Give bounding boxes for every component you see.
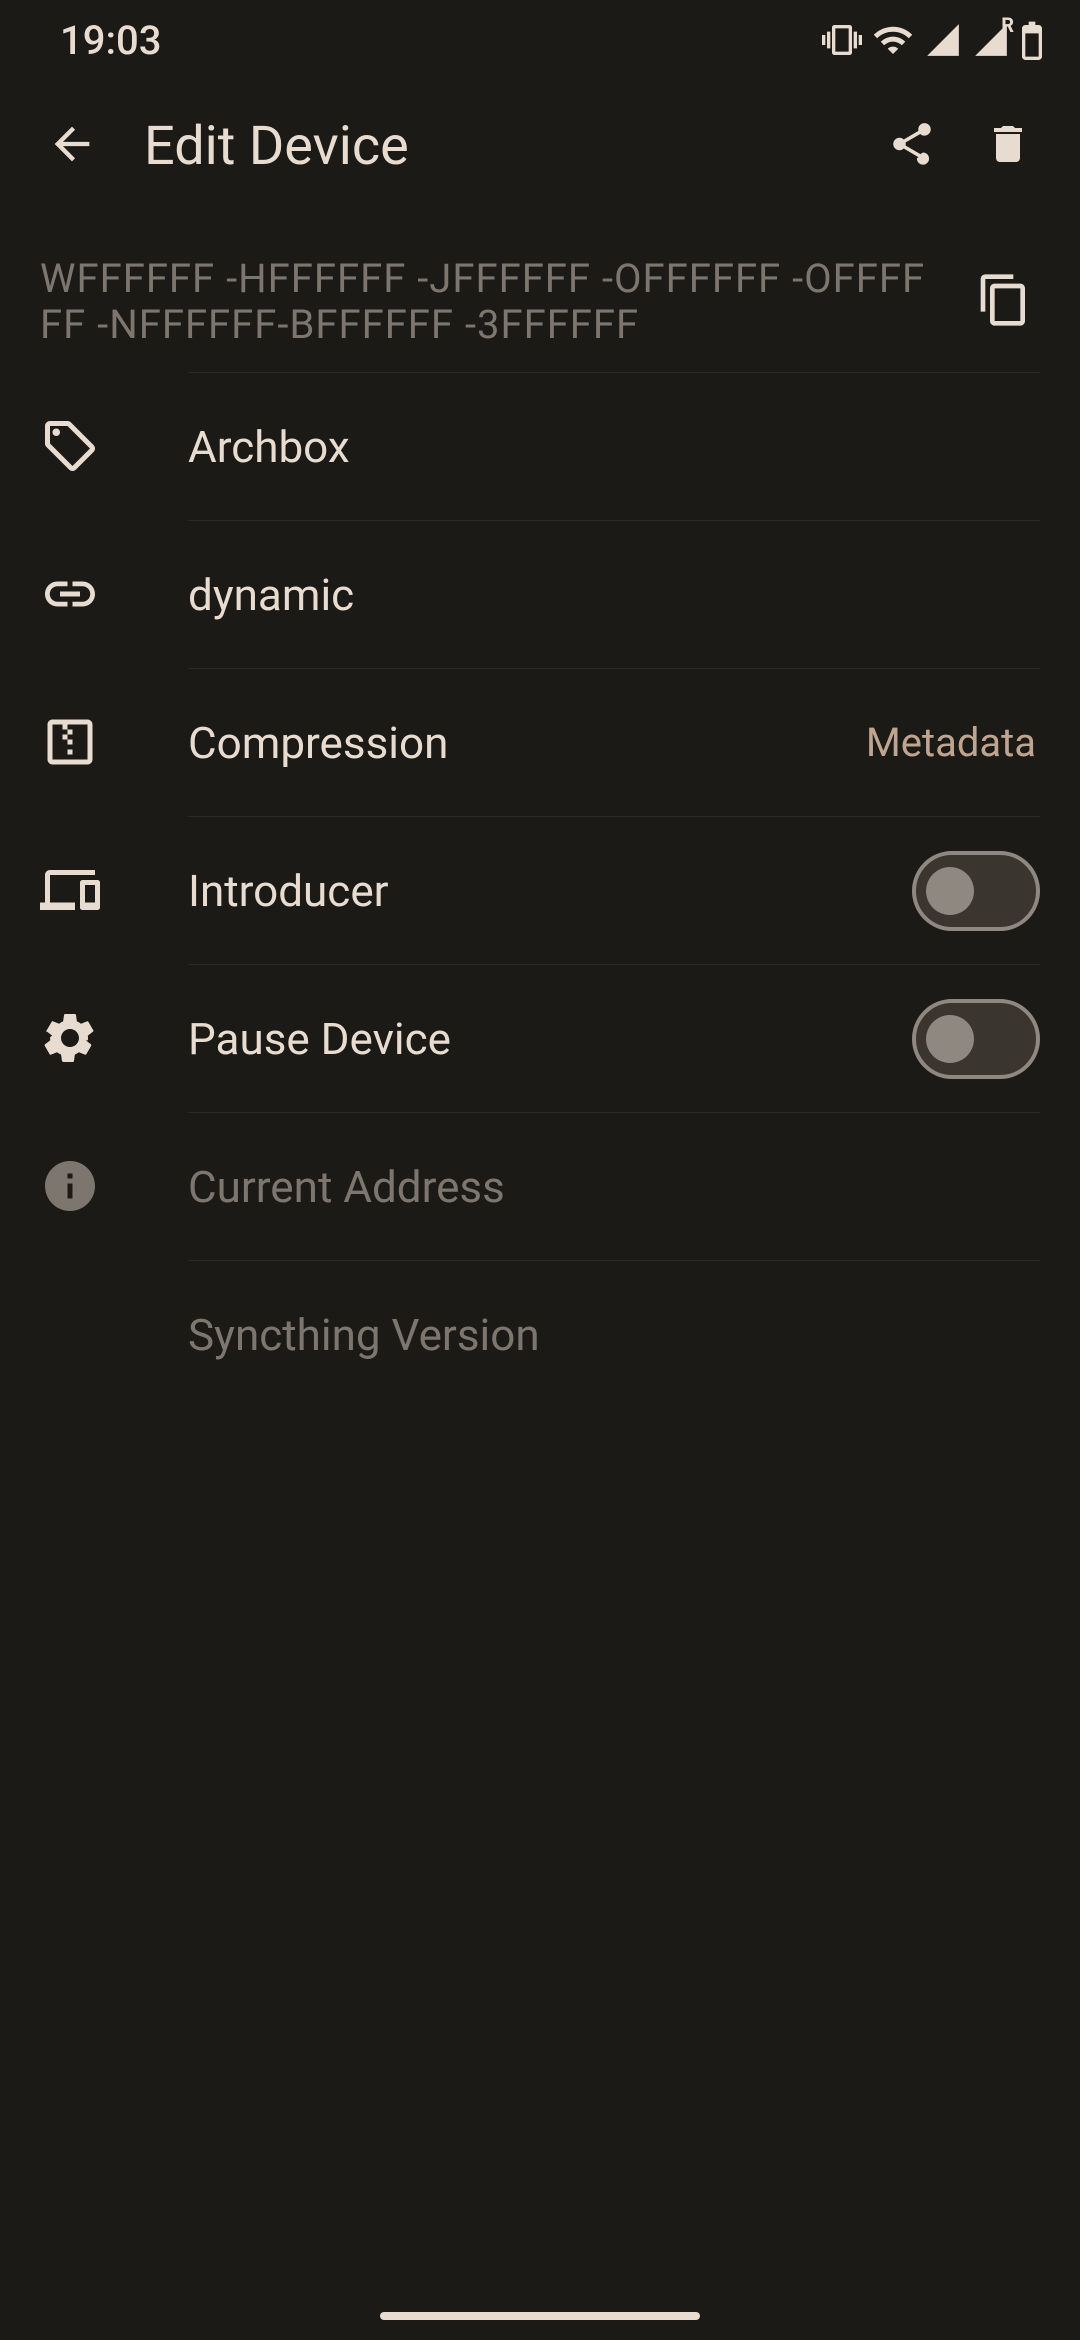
share-icon bbox=[887, 119, 937, 173]
introducer-label: Introducer bbox=[188, 865, 912, 917]
roaming-badge: R bbox=[1001, 13, 1014, 37]
compression-value: Metadata bbox=[866, 719, 1040, 766]
status-time: 19:03 bbox=[60, 17, 161, 64]
arrow-back-icon bbox=[46, 118, 98, 174]
pause-row[interactable]: Pause Device bbox=[0, 964, 1080, 1112]
status-bar: 19:03 R bbox=[0, 0, 1080, 80]
device-id-row: WFFFFFF -HFFFFFF -JFFFFFF -OFFFFFF -OFFF… bbox=[0, 232, 1080, 372]
info-icon bbox=[40, 1156, 100, 1216]
page-title: Edit Device bbox=[120, 115, 864, 178]
wifi-icon bbox=[872, 19, 914, 61]
compression-label: Compression bbox=[188, 717, 866, 769]
link-icon bbox=[40, 564, 100, 624]
signal-icon bbox=[924, 21, 962, 59]
device-address-value: dynamic bbox=[188, 569, 1040, 621]
pause-toggle[interactable] bbox=[912, 999, 1040, 1079]
current-address-row: Current Address bbox=[0, 1112, 1080, 1260]
tag-icon bbox=[40, 416, 100, 476]
status-icons: R bbox=[822, 19, 1044, 61]
archive-icon bbox=[40, 712, 100, 772]
signal-roaming-icon: R bbox=[972, 21, 1010, 59]
copy-id-button[interactable] bbox=[964, 262, 1044, 342]
device-address-row[interactable]: dynamic bbox=[0, 520, 1080, 668]
pause-label: Pause Device bbox=[188, 1013, 912, 1065]
compression-row[interactable]: Compression Metadata bbox=[0, 668, 1080, 816]
toggle-knob bbox=[926, 867, 974, 915]
content: WFFFFFF -HFFFFFF -JFFFFFF -OFFFFFF -OFFF… bbox=[0, 212, 1080, 1408]
gear-icon bbox=[40, 1008, 100, 1068]
share-button[interactable] bbox=[864, 98, 960, 194]
version-label: Syncthing Version bbox=[188, 1309, 1040, 1361]
devices-icon bbox=[40, 860, 100, 920]
toggle-knob bbox=[926, 1015, 974, 1063]
delete-button[interactable] bbox=[960, 98, 1056, 194]
device-id-text: WFFFFFF -HFFFFFF -JFFFFFF -OFFFFFF -OFFF… bbox=[40, 256, 948, 348]
device-name-value: Archbox bbox=[188, 421, 1040, 473]
introducer-toggle[interactable] bbox=[912, 851, 1040, 931]
battery-icon bbox=[1020, 20, 1044, 60]
introducer-row[interactable]: Introducer bbox=[0, 816, 1080, 964]
trash-icon bbox=[984, 120, 1032, 172]
gesture-bar bbox=[380, 2312, 700, 2320]
copy-icon bbox=[976, 272, 1032, 332]
app-bar: Edit Device bbox=[0, 80, 1080, 212]
version-row: Syncthing Version bbox=[0, 1260, 1080, 1408]
current-address-label: Current Address bbox=[188, 1161, 1040, 1213]
device-name-row[interactable]: Archbox bbox=[0, 372, 1080, 520]
back-button[interactable] bbox=[24, 98, 120, 194]
vibrate-icon bbox=[822, 20, 862, 60]
